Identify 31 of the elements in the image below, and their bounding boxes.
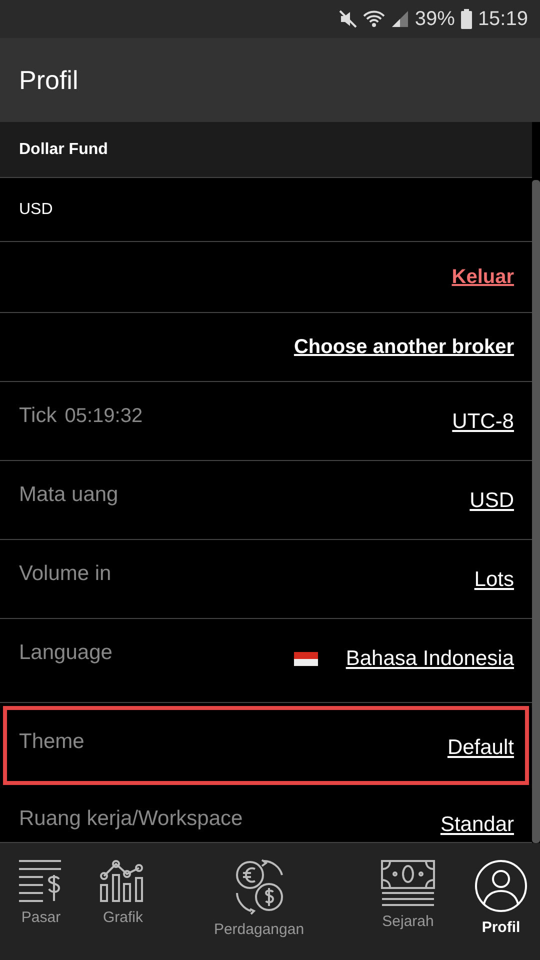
account-name: Dollar Fund (19, 140, 108, 158)
setting-label: Language (19, 641, 112, 665)
setting-value[interactable]: Lots (474, 568, 514, 592)
battery-percent: 39% (414, 8, 455, 30)
user-icon (474, 859, 528, 913)
mute-icon (338, 10, 357, 28)
nav-tab[interactable]: Perdagangan (164, 859, 354, 938)
setting-label: Tick (19, 404, 57, 428)
wifi-icon (362, 10, 385, 28)
tick-time: 05:19:32 (64, 405, 143, 428)
setting-label: Volume in (19, 562, 112, 586)
setting-value[interactable]: Standar (440, 813, 514, 837)
banknote-icon (380, 859, 436, 907)
clock: 15:19 (478, 8, 528, 30)
nav-tab[interactable]: Sejarah (354, 859, 462, 930)
account-currency: USD (19, 200, 53, 218)
page-title: Profil (19, 64, 78, 96)
nav-tab[interactable]: Pasar (0, 859, 82, 926)
setting-value[interactable]: Bahasa Indonesia (346, 647, 514, 671)
setting-value[interactable]: Default (447, 736, 514, 760)
setting-label: Ruang kerja/Workspace (19, 807, 243, 831)
broker-link[interactable]: Choose another broker (294, 336, 514, 358)
logout-link[interactable]: Keluar (452, 266, 514, 288)
setting-value[interactable]: USD (470, 489, 514, 513)
setting-label: Theme (19, 730, 84, 754)
setting-label: Mata uang (19, 483, 118, 507)
nav-tab[interactable]: Grafik (82, 859, 164, 926)
signal-icon (390, 10, 409, 28)
setting-value[interactable]: UTC-8 (452, 410, 514, 434)
nav-tab[interactable]: Profil (462, 859, 540, 936)
battery-icon (460, 9, 472, 29)
